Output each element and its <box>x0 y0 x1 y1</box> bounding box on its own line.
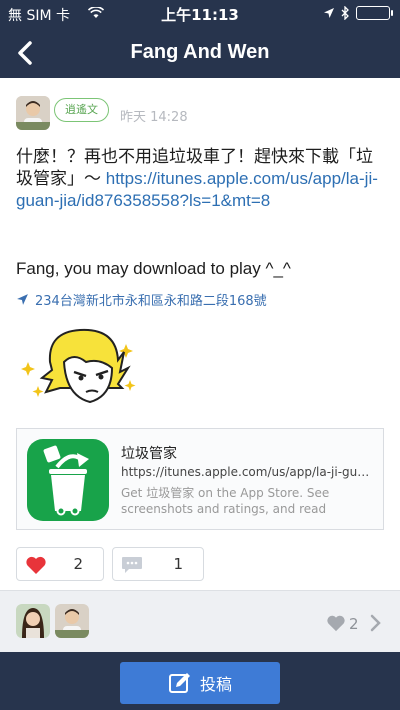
author-name-badge: 逍遙文 <box>54 98 109 122</box>
location-arrow-icon <box>17 294 28 305</box>
page-title: Fang And Wen <box>130 41 270 63</box>
sticker-image <box>21 328 136 404</box>
preview-description: Get 垃圾管家 on the App Store. See screensho… <box>121 486 330 519</box>
preview-url: https://itunes.apple.com/us/app/la-ji-gu… <box>121 465 373 479</box>
status-bar: 無 SIM 卡 上午11:13 <box>0 0 400 28</box>
compose-icon <box>168 673 190 693</box>
location-text: 234台灣新北市永和區永和路二段168號 <box>35 294 267 309</box>
post-button[interactable]: 投稿 <box>120 662 280 704</box>
liker-avatar[interactable] <box>16 604 50 638</box>
heart-icon <box>26 556 46 574</box>
location-row[interactable]: 234台灣新北市永和區永和路二段168號 <box>16 290 267 309</box>
author-avatar[interactable] <box>16 96 50 130</box>
comment-bubble-icon <box>122 557 142 573</box>
comment-button[interactable]: 1 <box>112 547 204 581</box>
battery-icon <box>356 6 393 20</box>
nav-bar: Fang And Wen <box>0 28 400 78</box>
bluetooth-icon <box>341 6 349 20</box>
trash-app-icon <box>27 439 109 521</box>
post-text: 什麼！？再也不用追垃圾車了！趕快來下載「垃圾管家」～ https://itune… <box>16 146 386 212</box>
like-button[interactable]: 2 <box>16 547 104 581</box>
post-text-second: Fang, you may download to play ^_^ <box>16 259 291 278</box>
like-count: 2 <box>73 555 83 573</box>
comment-count: 1 <box>173 555 183 573</box>
post-button-label: 投稿 <box>199 675 232 694</box>
preview-title: 垃圾管家 <box>121 446 177 462</box>
link-preview-card[interactable]: 垃圾管家 https://itunes.apple.com/us/app/la-… <box>16 428 384 530</box>
heart-outline-icon <box>327 615 345 632</box>
post-timestamp: 昨天 14:28 <box>120 110 188 125</box>
footer-like-count: 2 <box>349 615 359 633</box>
liker-avatar[interactable] <box>55 604 89 638</box>
location-arrow-icon <box>324 8 334 18</box>
chevron-right-icon[interactable] <box>370 614 382 632</box>
